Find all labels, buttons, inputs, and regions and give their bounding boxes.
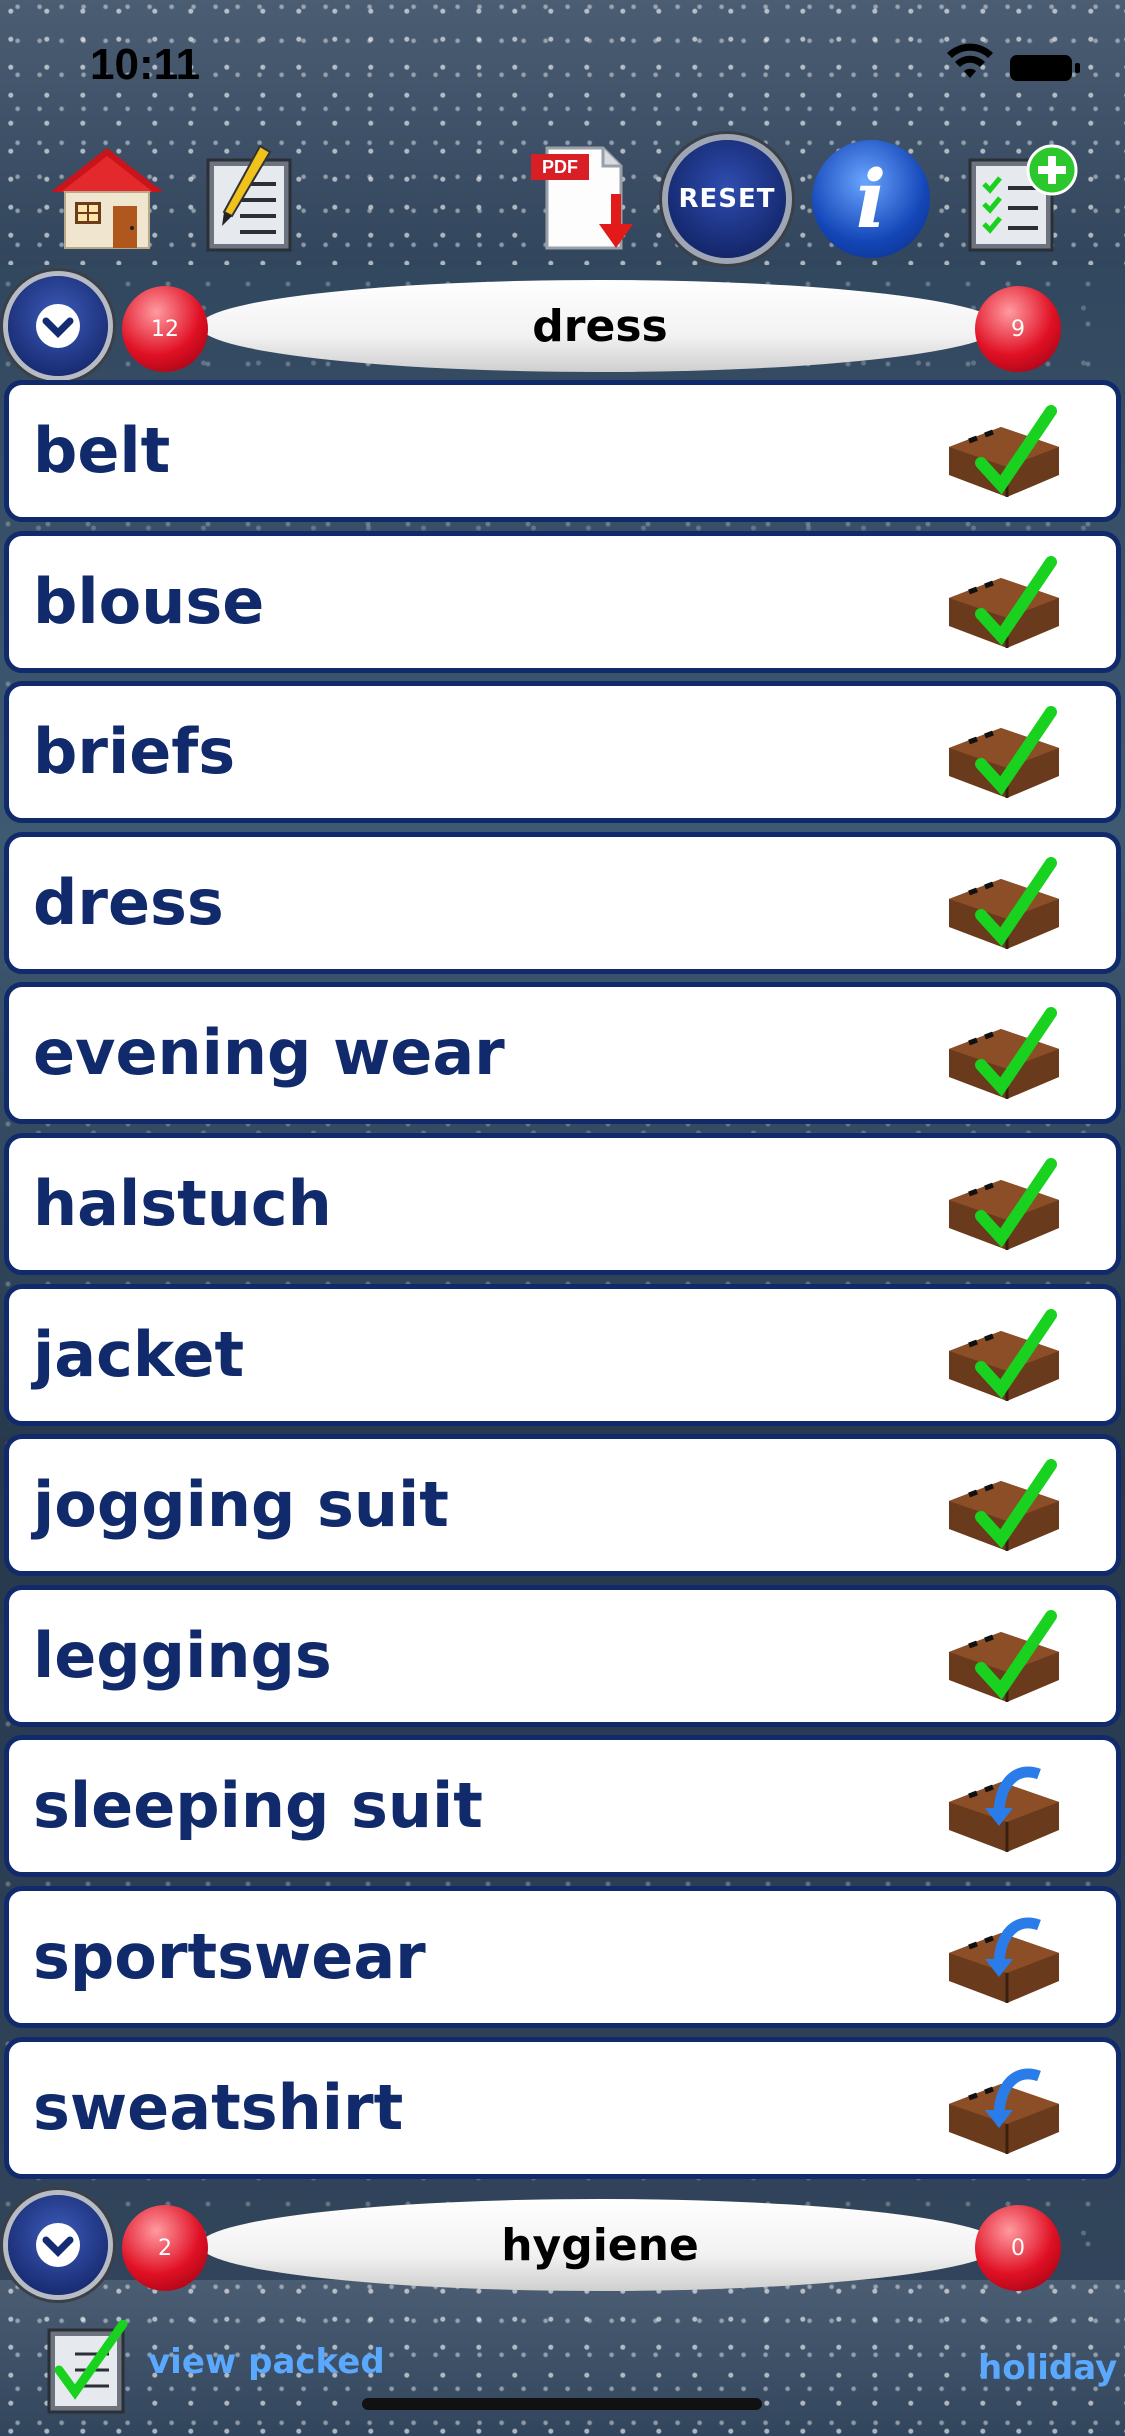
reset-label: RESET xyxy=(678,184,776,214)
section-title: dress xyxy=(200,280,1000,372)
wifi-icon xyxy=(947,43,993,78)
item-label: sleeping suit xyxy=(33,1769,483,1842)
list-item[interactable]: leggings xyxy=(4,1585,1121,1727)
item-label: dress xyxy=(33,866,224,939)
chevron-down-icon xyxy=(36,304,80,348)
suitcase-pack-icon[interactable] xyxy=(941,1911,1066,2006)
section-title: hygiene xyxy=(200,2199,1000,2291)
packed-count-badge: 0 xyxy=(975,2205,1061,2291)
house-icon xyxy=(51,148,163,249)
suitcase-packed-icon[interactable] xyxy=(941,1610,1066,1705)
section-header-dress[interactable]: dress 12 9 xyxy=(0,268,1125,383)
clipboard-pencil-icon xyxy=(206,144,292,252)
info-button[interactable]: i xyxy=(812,140,930,258)
edit-list-button[interactable] xyxy=(200,140,300,255)
item-label: sportswear xyxy=(33,1920,426,1993)
view-packed-link[interactable]: view packed xyxy=(148,2342,385,2382)
list-item[interactable]: evening wear xyxy=(4,982,1121,1124)
list-item[interactable]: blouse xyxy=(4,531,1121,673)
suitcase-packed-icon[interactable] xyxy=(941,556,1066,651)
status-time: 10:11 xyxy=(90,40,201,89)
holiday-link[interactable]: holiday xyxy=(978,2348,1117,2388)
list-item[interactable]: halstuch xyxy=(4,1133,1121,1275)
list-item[interactable]: jogging suit xyxy=(4,1434,1121,1576)
checklist-add-icon xyxy=(968,144,1078,252)
suitcase-packed-icon[interactable] xyxy=(941,857,1066,952)
suitcase-packed-icon[interactable] xyxy=(941,1007,1066,1102)
list-item[interactable]: sportswear xyxy=(4,1886,1121,2028)
list-item[interactable]: sweatshirt xyxy=(4,2037,1121,2179)
home-indicator xyxy=(362,2398,762,2410)
item-label: briefs xyxy=(33,715,236,788)
home-button[interactable] xyxy=(45,140,170,255)
item-label: jacket xyxy=(33,1318,245,1391)
suitcase-packed-icon[interactable] xyxy=(941,706,1066,801)
item-label: halstuch xyxy=(33,1167,332,1240)
reset-button[interactable]: RESET xyxy=(668,140,786,258)
collapse-section-button[interactable] xyxy=(8,276,108,376)
list-item[interactable]: jacket xyxy=(4,1284,1121,1426)
list-item[interactable]: dress xyxy=(4,832,1121,974)
export-pdf-button[interactable]: PDF xyxy=(525,140,645,255)
suitcase-packed-icon[interactable] xyxy=(941,405,1066,500)
suitcase-pack-icon[interactable] xyxy=(941,1760,1066,1855)
status-bar: 10:11 xyxy=(0,0,1125,130)
pdf-label: PDF xyxy=(542,157,578,177)
item-label: jogging suit xyxy=(33,1468,449,1541)
packed-count-badge: 9 xyxy=(975,286,1061,372)
list-item[interactable]: briefs xyxy=(4,681,1121,823)
item-label: blouse xyxy=(33,565,265,638)
item-label: evening wear xyxy=(33,1016,505,1089)
suitcase-packed-icon[interactable] xyxy=(941,1158,1066,1253)
bottom-bar: view packed holiday xyxy=(0,2280,1125,2436)
total-count-badge: 12 xyxy=(122,286,208,372)
packed-checklist-icon[interactable] xyxy=(45,2320,130,2415)
item-label: leggings xyxy=(33,1619,332,1692)
list-item[interactable]: belt xyxy=(4,380,1121,522)
pdf-download-icon: PDF xyxy=(531,146,633,250)
total-count-badge: 2 xyxy=(122,2205,208,2291)
list-item[interactable]: sleeping suit xyxy=(4,1735,1121,1877)
item-label: belt xyxy=(33,414,171,487)
suitcase-packed-icon[interactable] xyxy=(941,1459,1066,1554)
info-icon: i xyxy=(855,152,887,246)
battery-icon xyxy=(1010,55,1080,81)
suitcase-pack-icon[interactable] xyxy=(941,2062,1066,2157)
item-label: sweatshirt xyxy=(33,2071,404,2144)
suitcase-packed-icon[interactable] xyxy=(941,1309,1066,1404)
add-item-button[interactable] xyxy=(960,140,1080,255)
